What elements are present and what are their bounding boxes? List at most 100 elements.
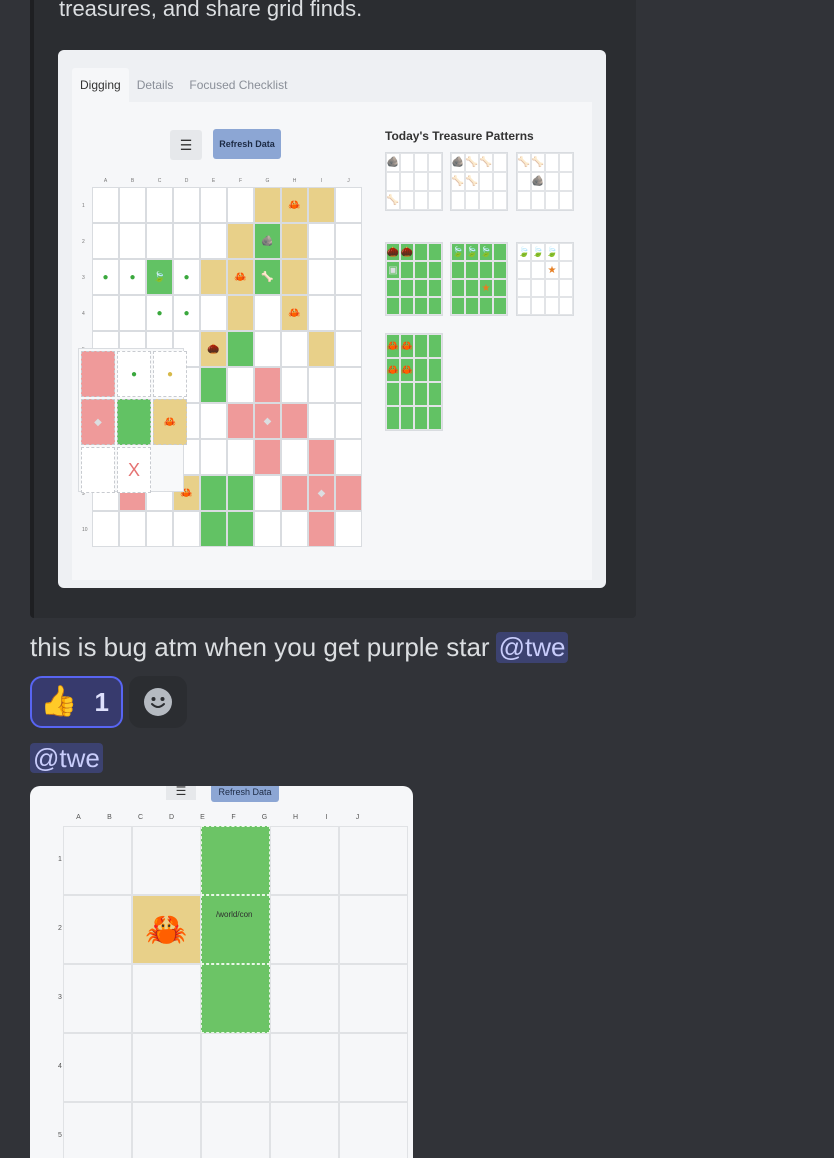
grid-cell (339, 964, 408, 1033)
grid-cell (119, 511, 146, 547)
bone-icon: 🦴 (479, 153, 493, 172)
grid-cell (335, 367, 362, 403)
grid-cell (92, 223, 119, 259)
pattern-cell (559, 243, 573, 261)
pattern-cell (559, 279, 573, 297)
pattern-cell (386, 382, 400, 406)
embed-screenshot-image[interactable]: Digging Details Focused Checklist ☰ Refr… (58, 50, 606, 588)
pattern-cell (400, 297, 414, 315)
pattern-cell (451, 297, 465, 315)
grid-cell (200, 511, 227, 547)
pattern-cell (428, 297, 442, 315)
grid-cell (308, 223, 335, 259)
row-label: 2 (82, 239, 85, 245)
attachment-image[interactable]: ☰ Refresh Data A B C D E F G H I J 1 2 3… (30, 786, 413, 1158)
grid-cell (173, 187, 200, 223)
crab-icon: 🦀 (281, 295, 308, 331)
hamburger-menu-icon: ☰ (170, 130, 202, 160)
grid-cell (200, 439, 227, 475)
pattern-cell (517, 261, 531, 279)
pattern-cell (479, 191, 493, 210)
grid-cell (227, 295, 254, 331)
bone-icon: 🦴 (531, 153, 545, 172)
grid-cell (119, 295, 146, 331)
pattern-cell (400, 406, 414, 430)
dot-icon: ● (153, 351, 187, 397)
chest-icon: ▣ (386, 261, 400, 279)
pattern-cell (428, 261, 442, 279)
pattern-cell (451, 261, 465, 279)
column-labels: A B C D E F G H I J (63, 814, 373, 821)
grid-cell (92, 187, 119, 223)
pattern-cell (545, 172, 559, 191)
pattern-cell (465, 191, 479, 210)
pattern-cell (428, 334, 442, 358)
dot-icon: ● (117, 351, 151, 397)
pattern-cell (545, 191, 559, 210)
grid-cell (227, 511, 254, 547)
user-mention[interactable]: @twe (30, 743, 103, 773)
grid-cell (227, 187, 254, 223)
seed-icon: 🌰 (200, 331, 227, 367)
grid-cell (308, 511, 335, 547)
col-label: F (231, 814, 236, 821)
grid-cell (200, 295, 227, 331)
pattern-cell (545, 297, 559, 315)
col-label: J (347, 178, 350, 184)
pattern-cell (400, 153, 414, 172)
pattern-cell (451, 279, 465, 297)
crab-icon: 🦀 (386, 334, 400, 358)
grid-cell (132, 1033, 201, 1102)
col-label: E (200, 814, 205, 821)
pattern-cell (428, 406, 442, 430)
thumbs-up-reaction[interactable]: 👍 1 (30, 676, 123, 728)
pattern-cell (517, 191, 531, 210)
pattern-cell (451, 191, 465, 210)
pattern-cell (559, 297, 573, 315)
leaf-icon: 🍃 (465, 243, 479, 261)
dot-icon: ● (92, 259, 119, 295)
col-label: D (168, 814, 175, 821)
pattern-cell (414, 358, 428, 382)
embed-card: treasures, and share grid finds. Digging… (30, 0, 636, 618)
star-icon: ★ (545, 261, 559, 279)
user-mention[interactable]: @twe (495, 632, 569, 663)
col-label: A (103, 178, 108, 184)
add-reaction-button[interactable] (129, 676, 187, 728)
grid-cell (227, 403, 254, 439)
pattern-cell (414, 297, 428, 315)
message-text: this is bug atm when you get purple star (30, 632, 490, 662)
pattern-cell (428, 153, 442, 172)
hamburger-menu-icon: ☰ (166, 786, 196, 800)
pattern-cell (531, 279, 545, 297)
geode-icon: 🪨 (451, 153, 465, 172)
leaf-icon: 🍃 (545, 243, 559, 261)
gem-icon: ◆ (254, 403, 281, 439)
grid-cell (281, 367, 308, 403)
pattern-cell (493, 279, 507, 297)
col-label: C (157, 178, 162, 184)
grid-cell (270, 964, 339, 1033)
pattern-cell (414, 172, 428, 191)
row-label: 10 (82, 527, 88, 533)
pattern-cell (414, 261, 428, 279)
leaf-icon: 🍃 (146, 259, 173, 295)
leaf-icon: 🍃 (479, 243, 493, 261)
pattern-cell (414, 153, 428, 172)
grid-cell (308, 187, 335, 223)
grid-cell (132, 826, 201, 895)
grid-cell (227, 331, 254, 367)
col-label: J (355, 814, 360, 821)
row-label: 4 (82, 311, 85, 317)
embed-description: treasures, and share grid finds. (59, 0, 363, 21)
grid-cell (63, 826, 132, 895)
geode-icon: 🪨 (254, 223, 281, 259)
leaf-icon: 🍃 (451, 243, 465, 261)
grid-cell (200, 403, 227, 439)
pattern-cell (479, 172, 493, 191)
grid-cell (270, 826, 339, 895)
pattern-cell (400, 279, 414, 297)
col-label: I (320, 178, 323, 184)
broken-image-alt: /world/con (216, 910, 253, 919)
col-label: G (265, 178, 270, 184)
